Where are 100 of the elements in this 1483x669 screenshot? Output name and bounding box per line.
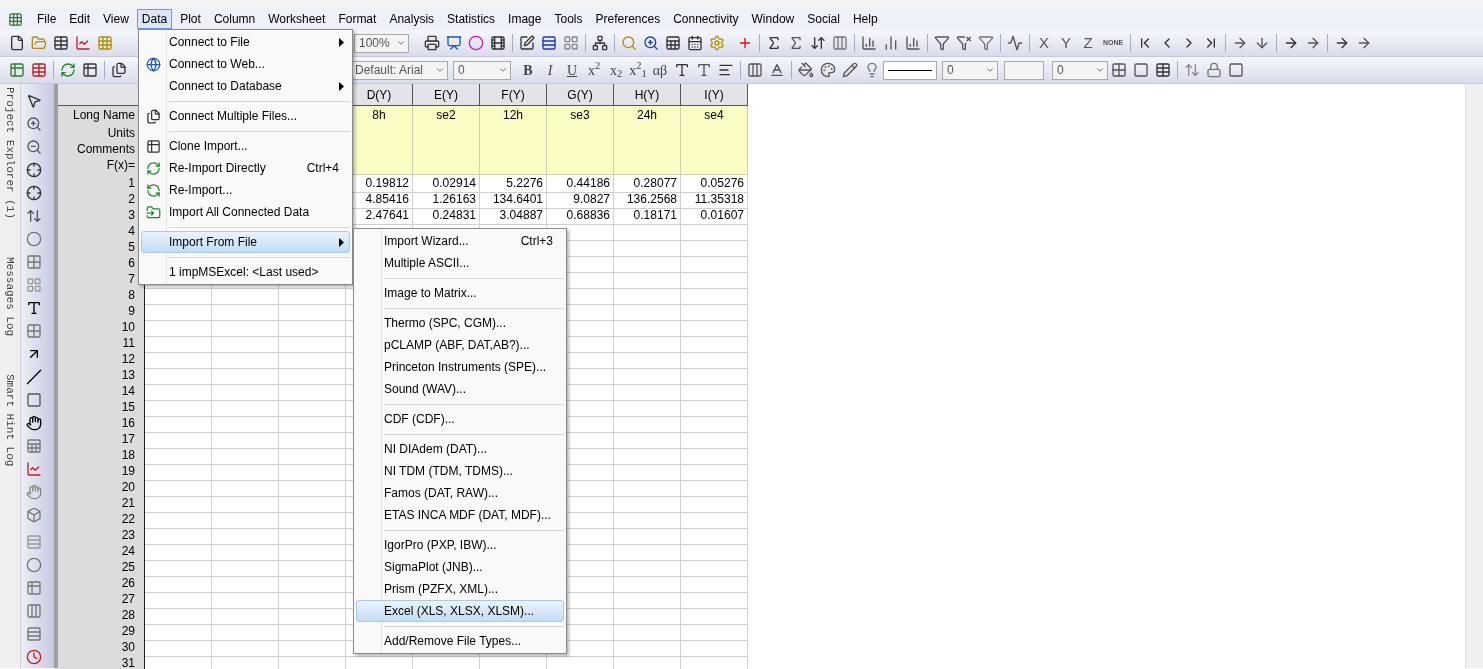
line-width-field[interactable]: 0: [942, 60, 998, 80]
menu[interactable]: View: [98, 9, 134, 29]
table-cell: [614, 638, 681, 657]
menu-item[interactable]: Import From File: [141, 231, 350, 253]
menu-item[interactable]: Add/Remove File Types...: [356, 630, 564, 652]
menu[interactable]: Statistics: [442, 9, 501, 29]
menu[interactable]: File: [32, 9, 62, 29]
menu[interactable]: Column: [208, 9, 261, 29]
table-cell: [145, 606, 212, 625]
table-cell: [212, 638, 279, 657]
menu[interactable]: Window: [746, 9, 800, 29]
menu[interactable]: Analysis: [384, 9, 440, 29]
table-cell: [681, 414, 748, 433]
table-cell: [614, 462, 681, 481]
menu[interactable]: Worksheet: [263, 9, 331, 29]
format-button[interactable]: x$_{2}$: [605, 59, 627, 81]
menu-item[interactable]: Multiple ASCII...: [356, 252, 564, 274]
column-header[interactable]: H(Y): [614, 84, 681, 106]
menu-item[interactable]: CDF (CDF)...: [356, 408, 564, 430]
pattern-width-field[interactable]: 0: [1052, 60, 1108, 80]
menu-item[interactable]: Prism (PZFX, XML)...: [356, 578, 564, 600]
table-cell: [212, 446, 279, 465]
table-cell: [681, 302, 748, 321]
menu-item[interactable]: NI TDM (TDM, TDMS)...: [356, 460, 564, 482]
menu-item[interactable]: Famos (DAT, RAW)...: [356, 482, 564, 504]
menu-item[interactable]: IgorPro (PXP, IBW)...: [356, 534, 564, 556]
menu-item[interactable]: Excel (XLS, XLSX, XLSM)...: [356, 600, 564, 622]
table-cell: [681, 398, 748, 417]
side-tab[interactable]: Project Explorer (1): [1, 87, 19, 220]
table-cell: [614, 542, 681, 561]
table-cell: 0.05276: [681, 174, 748, 193]
table-cell: [212, 606, 279, 625]
menu[interactable]: Help: [847, 9, 883, 29]
side-tab[interactable]: Smart Hint Log: [1, 374, 19, 467]
format-button[interactable]: B: [517, 59, 539, 81]
table-cell: [212, 414, 279, 433]
axis-button[interactable]: Z: [1077, 32, 1099, 54]
table-cell: [145, 622, 212, 641]
table-cell: [212, 430, 279, 449]
table-cell: [145, 414, 212, 433]
table-cell: [145, 334, 212, 353]
table-cell: [681, 494, 748, 513]
menu[interactable]: Edit: [64, 9, 96, 29]
table-cell: [212, 494, 279, 513]
line-style-field[interactable]: [883, 60, 937, 80]
menu[interactable]: Image: [503, 9, 547, 29]
table-cell: [681, 334, 748, 353]
menu[interactable]: Format: [333, 9, 382, 29]
table-cell: [212, 334, 279, 353]
caret-icon: [396, 38, 406, 48]
table-cell: [212, 622, 279, 641]
table-cell: [614, 478, 681, 497]
table-cell: [614, 526, 681, 545]
menu[interactable]: Social: [802, 9, 845, 29]
color-field[interactable]: [1004, 60, 1044, 80]
side-tab[interactable]: Messages Log: [1, 257, 19, 337]
row-number[interactable]: 31: [58, 654, 145, 669]
menu-item[interactable]: Thermo (SPC, CGM)...: [356, 312, 564, 334]
font-size-field[interactable]: 0: [453, 60, 511, 80]
menu[interactable]: Tools: [549, 9, 588, 29]
table-cell: [212, 398, 279, 417]
menu[interactable]: Data: [136, 9, 173, 29]
menu-item[interactable]: Connect to File: [141, 31, 350, 53]
table-cell: 0.24831: [413, 206, 480, 225]
menu-item[interactable]: Connect to Web...: [141, 53, 350, 75]
column-header[interactable]: I(Y): [681, 84, 748, 106]
menu-item[interactable]: NI DIAdem (DAT)...: [356, 438, 564, 460]
menu[interactable]: Plot: [175, 9, 206, 29]
menu-item[interactable]: pCLAMP (ABF, DAT,AB?)...: [356, 334, 564, 356]
axis-button[interactable]: Y: [1055, 32, 1077, 54]
table-cell: [614, 318, 681, 337]
table-cell: [614, 382, 681, 401]
menu[interactable]: Connectivity: [668, 9, 744, 29]
font-field[interactable]: Default: Arial: [350, 60, 448, 80]
table-cell: [145, 318, 212, 337]
table-cell: [614, 558, 681, 577]
table-cell: [614, 606, 681, 625]
table-cell: [614, 270, 681, 289]
column-header[interactable]: E(Y): [413, 84, 480, 106]
axis-button[interactable]: X: [1033, 32, 1055, 54]
format-button[interactable]: αβ: [649, 59, 671, 81]
menu-item[interactable]: Princeton Instruments (SPE)...: [356, 356, 564, 378]
menu-item[interactable]: SigmaPlot (JNB)...: [356, 556, 564, 578]
table-cell: [614, 366, 681, 385]
menu[interactable]: Preferences: [590, 9, 666, 29]
table-cell: [145, 638, 212, 657]
table-cell: [681, 542, 748, 561]
column-header[interactable]: F(Y): [480, 84, 547, 106]
table-cell: [681, 574, 748, 593]
zoom-field[interactable]: 100%: [354, 33, 409, 53]
menu-item[interactable]: Sound (WAV)...: [356, 378, 564, 400]
table-cell: [681, 430, 748, 449]
format-button[interactable]: x$^{2}$: [583, 59, 605, 81]
table-cell: [614, 510, 681, 529]
menu-item[interactable]: Import Wizard... Ctrl+3: [356, 230, 564, 252]
format-button[interactable]: U: [561, 59, 583, 81]
menu-item[interactable]: Image to Matrix...: [356, 282, 564, 304]
menu-item[interactable]: ETAS INCA MDF (DAT, MDF)...: [356, 504, 564, 526]
column-header[interactable]: G(Y): [547, 84, 614, 106]
format-button[interactable]: I: [539, 59, 561, 81]
